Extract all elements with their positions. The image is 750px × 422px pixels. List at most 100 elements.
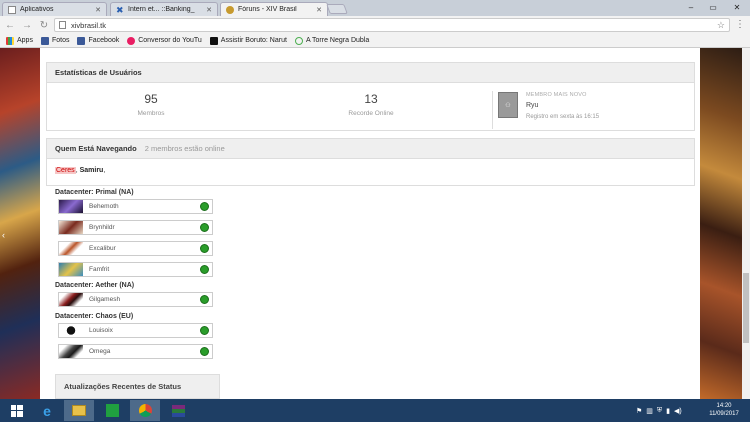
chrome-icon [138, 404, 152, 417]
louisoix-image [59, 324, 83, 337]
forward-icon[interactable]: → [20, 18, 34, 32]
divider [492, 91, 493, 129]
gilgamesh-image [59, 293, 83, 306]
tab-strip: Aplicativos ✕ ✖ Intern et... ::Banking_ … [0, 0, 750, 16]
windows-taskbar: e ⚑ ▥ ⛨ ▮ ◀) 14:20 11/09/2017 [0, 399, 750, 422]
taskbar-store[interactable] [97, 400, 127, 421]
record-stat: 13 Recorde Online [296, 92, 446, 117]
newest-member-date: Registro em sexta às 16:15 [526, 114, 600, 120]
store-icon [105, 404, 119, 417]
bookmark-fotos[interactable]: Fotos [40, 36, 69, 45]
bookmark-boruto[interactable]: Assistir Boruto: Narut [209, 36, 287, 45]
online-user-ceres[interactable]: Ceres [55, 167, 76, 174]
omega-image [59, 345, 83, 358]
new-tab-button[interactable] [326, 4, 348, 14]
taskbar-internet-explorer[interactable]: e [32, 400, 62, 421]
close-icon[interactable]: ✕ [95, 6, 101, 14]
online-status-icon [200, 347, 209, 356]
famfrit-image [59, 263, 83, 276]
browser-toolbar: ← → ↻ xivbrasil.tk ☆ ⋮ [0, 16, 750, 34]
video-site-icon [209, 36, 218, 45]
clock-date: 11/09/2017 [709, 411, 739, 417]
signal-icon[interactable]: ▮ [666, 407, 670, 415]
excalibur-image [59, 242, 83, 255]
taskbar-file-explorer[interactable] [64, 400, 94, 421]
maximize-button[interactable]: ▭ [702, 0, 724, 14]
newest-member-avatar[interactable]: ⚇ [498, 92, 518, 118]
clock-time: 14:20 [716, 403, 732, 409]
datacenter-title-aether: Datacenter: Aether (NA) [55, 282, 135, 289]
chevron-left-icon[interactable]: ‹ [2, 230, 5, 240]
taskbar-clock[interactable]: 14:20 11/09/2017 [702, 402, 746, 418]
background-artwork-left [0, 48, 40, 399]
newest-member-caption: MEMBRO MAIS NOVO [526, 92, 587, 98]
page-scrollbar[interactable] [742, 48, 750, 399]
brynhildr-image [59, 221, 83, 234]
who-is-browsing-panel: Quem Está Navegando 2 membros estão onli… [46, 138, 695, 186]
who-is-browsing-title: Quem Está Navegando [55, 144, 137, 153]
bookmark-facebook[interactable]: Facebook [77, 36, 119, 45]
taskbar-winrar[interactable] [163, 400, 193, 421]
chrome-menu-icon[interactable]: ⋮ [735, 19, 745, 30]
url-text[interactable]: xivbrasil.tk [71, 21, 717, 30]
web-page: ‹ Estatísticas de Usuários 95 Membros 13… [0, 48, 750, 399]
newest-member-name[interactable]: Ryu [526, 102, 538, 109]
minimize-button[interactable]: – [680, 0, 702, 14]
online-status-icon [200, 202, 209, 211]
xiv-brasil-icon [226, 5, 234, 14]
server-row-excalibur[interactable]: Excalibur [58, 241, 213, 256]
facebook-icon [77, 36, 86, 45]
server-row-gilgamesh[interactable]: Gilgamesh [58, 292, 213, 307]
online-users-line: Ceres, Samiru, [55, 167, 106, 174]
behemoth-image [59, 200, 83, 213]
members-stat: 95 Membros [76, 92, 226, 117]
page-info-icon[interactable] [59, 21, 66, 29]
server-row-behemoth[interactable]: Behemoth [58, 199, 213, 214]
globe-icon [294, 36, 303, 45]
security-icon[interactable]: ⛨ [657, 407, 662, 415]
record-count: 13 [364, 92, 378, 106]
online-status-icon [200, 295, 209, 304]
volume-icon[interactable]: ◀) [674, 407, 682, 415]
background-artwork-right [700, 48, 742, 399]
online-user-samiru[interactable]: Samiru [80, 167, 104, 174]
recent-status-title: Atualizações Recentes de Status [64, 382, 182, 391]
system-tray: ⚑ ▥ ⛨ ▮ ◀) [636, 399, 682, 422]
server-row-famfrit[interactable]: Famfrit [58, 262, 213, 277]
bookmark-conversor[interactable]: Conversor do YouTu [127, 36, 202, 45]
facebook-icon [40, 36, 49, 45]
flag-icon[interactable]: ⚑ [636, 407, 642, 415]
server-row-omega[interactable]: Omega [58, 344, 213, 359]
close-icon[interactable]: ✕ [316, 6, 322, 14]
record-label: Recorde Online [348, 110, 394, 117]
server-row-louisoix[interactable]: Louisoix [58, 323, 213, 338]
bookmarks-bar: Apps Fotos Facebook Conversor do YouTu A… [0, 34, 750, 48]
winrar-icon [171, 404, 185, 417]
start-button[interactable] [2, 400, 32, 421]
members-label: Membros [137, 110, 165, 117]
who-is-browsing-header: Quem Está Navegando 2 membros estão onli… [47, 139, 694, 159]
online-status-icon [200, 244, 209, 253]
back-icon[interactable]: ← [3, 18, 17, 32]
members-count: 95 [144, 92, 158, 106]
bookmark-apps[interactable]: Apps [6, 36, 33, 45]
address-bar[interactable]: xivbrasil.tk ☆ [54, 18, 730, 32]
user-stats-title: Estatísticas de Usuários [47, 63, 694, 83]
network-icon[interactable]: ▥ [646, 407, 653, 415]
bookmark-star-icon[interactable]: ☆ [717, 20, 725, 31]
online-status-icon [200, 265, 209, 274]
scrollbar-thumb[interactable] [743, 273, 749, 343]
tab-foruns[interactable]: Fóruns - XIV Brasil ✕ [220, 2, 328, 16]
close-icon[interactable]: ✕ [206, 6, 212, 14]
bank-x-icon: ✖ [116, 4, 124, 15]
close-window-button[interactable]: ✕ [726, 0, 748, 14]
online-status-icon [200, 223, 209, 232]
tab-banking[interactable]: ✖ Intern et... ::Banking_ ✕ [110, 2, 218, 16]
reload-icon[interactable]: ↻ [37, 18, 51, 32]
tab-aplicativos[interactable]: Aplicativos ✕ [2, 2, 107, 16]
taskbar-chrome[interactable] [130, 400, 160, 421]
online-count: 2 membros estão online [144, 144, 225, 153]
bookmark-torre-negra[interactable]: A Torre Negra Dubla [294, 36, 369, 45]
online-status-icon [200, 326, 209, 335]
server-row-brynhildr[interactable]: Brynhildr [58, 220, 213, 235]
